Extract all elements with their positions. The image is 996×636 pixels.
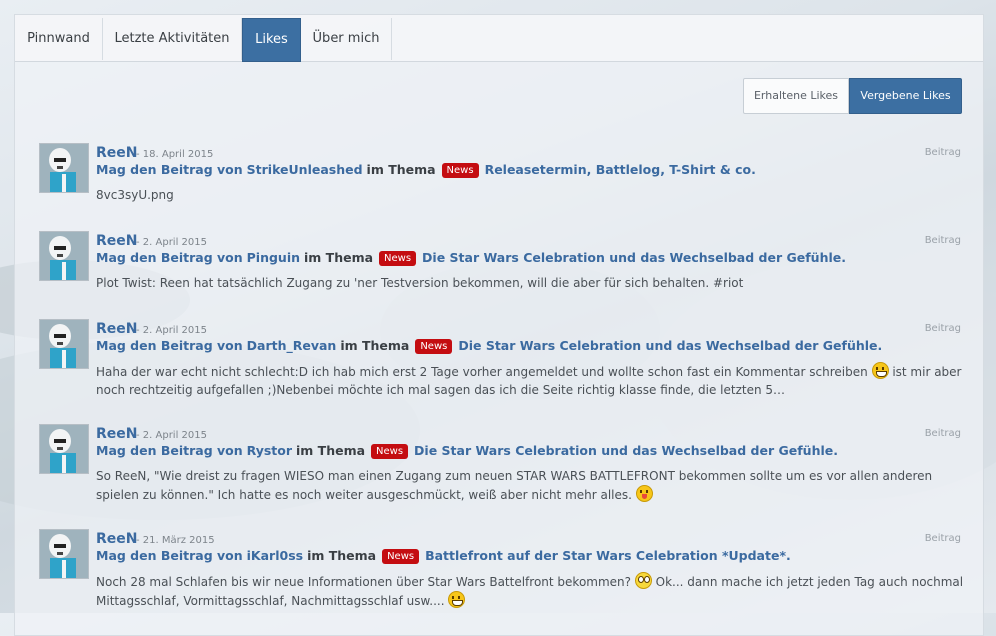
news-badge: News	[371, 444, 409, 459]
like-summary: Mag den Beitrag von StrikeUnleashed im T…	[96, 162, 756, 178]
received-likes-button[interactable]: Erhaltene Likes	[743, 78, 849, 114]
post-excerpt: So ReeN, "Wie dreist zu fragen WIESO man…	[96, 467, 966, 504]
post-excerpt: Haha der war echt nicht schlecht:D ich h…	[96, 362, 966, 399]
news-badge: News	[415, 339, 453, 354]
like-date: - 2. April 2015	[136, 237, 207, 248]
news-badge: News	[441, 163, 479, 178]
avatar[interactable]	[39, 424, 89, 474]
username-link[interactable]: ReeN	[96, 426, 138, 442]
like-summary: Mag den Beitrag von Pinguin im Thema New…	[96, 250, 846, 266]
username-link[interactable]: ReeN	[96, 321, 138, 337]
thread-link[interactable]: Battlefront auf der Star Wars Celebratio…	[425, 548, 791, 563]
content-type: Beitrag	[924, 533, 961, 544]
tab-letzte-aktivitaeten[interactable]: Letzte Aktivitäten	[103, 18, 242, 60]
tab-ueber-mich[interactable]: Über mich	[301, 18, 392, 60]
thread-link[interactable]: Die Star Wars Celebration und das Wechse…	[458, 338, 882, 353]
post-excerpt: Plot Twist: Reen hat tatsächlich Zugang …	[96, 274, 966, 292]
summary-prefix: Mag den Beitrag von	[96, 338, 243, 353]
avatar[interactable]	[39, 231, 89, 281]
tab-likes[interactable]: Likes	[242, 18, 301, 62]
post-excerpt: 8vc3syU.png	[96, 186, 966, 204]
profile-panel: Pinnwand Letzte Aktivitäten Likes Über m…	[14, 14, 984, 636]
summary-mid: im Thema	[307, 548, 377, 563]
summary-mid: im Thema	[366, 162, 436, 177]
stormtrooper-avatar-icon	[40, 425, 88, 473]
author-link[interactable]: StrikeUnleashed	[247, 162, 363, 177]
content-type: Beitrag	[924, 323, 961, 334]
avatar[interactable]	[39, 143, 89, 193]
username-link[interactable]: ReeN	[96, 145, 138, 161]
like-summary: Mag den Beitrag von Darth_Revan im Thema…	[96, 338, 882, 354]
like-date: - 18. April 2015	[136, 149, 214, 160]
summary-prefix: Mag den Beitrag von	[96, 443, 243, 458]
stormtrooper-avatar-icon	[40, 320, 88, 368]
like-date: - 21. März 2015	[136, 535, 215, 546]
excerpt-text: Noch 28 mal Schlafen bis wir neue Inform…	[96, 575, 635, 589]
author-link[interactable]: iKarl0ss	[247, 548, 303, 563]
tongue-smiley-icon	[635, 485, 653, 502]
author-link[interactable]: Pinguin	[247, 250, 300, 265]
like-date: - 2. April 2015	[136, 430, 207, 441]
avatar[interactable]	[39, 319, 89, 369]
tab-pinnwand[interactable]: Pinnwand	[15, 18, 103, 60]
username-link[interactable]: ReeN	[96, 531, 138, 547]
grin-smiley-icon	[871, 362, 889, 379]
summary-prefix: Mag den Beitrag von	[96, 548, 243, 563]
author-link[interactable]: Rystor	[247, 443, 292, 458]
thread-link[interactable]: Die Star Wars Celebration und das Wechse…	[422, 250, 846, 265]
thread-link[interactable]: Releasetermin, Battlelog, T-Shirt & co.	[485, 162, 756, 177]
summary-prefix: Mag den Beitrag von	[96, 250, 243, 265]
stormtrooper-avatar-icon	[40, 144, 88, 192]
excerpt-text: 8vc3syU.png	[96, 188, 174, 202]
author-link[interactable]: Darth_Revan	[247, 338, 337, 353]
tab-bar: Pinnwand Letzte Aktivitäten Likes Über m…	[15, 15, 983, 62]
avatar[interactable]	[39, 529, 89, 579]
excerpt-text: So ReeN, "Wie dreist zu fragen WIESO man…	[96, 469, 933, 502]
excerpt-text: Plot Twist: Reen hat tatsächlich Zugang …	[96, 276, 744, 290]
excerpt-text: Haha der war echt nicht schlecht:D ich h…	[96, 365, 872, 379]
summary-mid: im Thema	[296, 443, 366, 458]
content-type: Beitrag	[924, 428, 961, 439]
like-summary: Mag den Beitrag von Rystor im Thema News…	[96, 443, 838, 459]
summary-prefix: Mag den Beitrag von	[96, 162, 243, 177]
summary-mid: im Thema	[304, 250, 374, 265]
stormtrooper-avatar-icon	[40, 232, 88, 280]
grin-smiley-icon	[448, 591, 466, 608]
like-date: - 2. April 2015	[136, 325, 207, 336]
content-type: Beitrag	[924, 235, 961, 246]
news-badge: News	[382, 549, 420, 564]
given-likes-button[interactable]: Vergebene Likes	[849, 78, 962, 114]
summary-mid: im Thema	[340, 338, 410, 353]
post-excerpt: Noch 28 mal Schlafen bis wir neue Inform…	[96, 572, 966, 610]
rolling-eyes-smiley-icon	[634, 572, 652, 589]
username-link[interactable]: ReeN	[96, 233, 138, 249]
content-type: Beitrag	[924, 147, 961, 158]
news-badge: News	[379, 251, 417, 266]
like-summary: Mag den Beitrag von iKarl0ss im Thema Ne…	[96, 548, 791, 564]
stormtrooper-avatar-icon	[40, 530, 88, 578]
thread-link[interactable]: Die Star Wars Celebration und das Wechse…	[414, 443, 838, 458]
